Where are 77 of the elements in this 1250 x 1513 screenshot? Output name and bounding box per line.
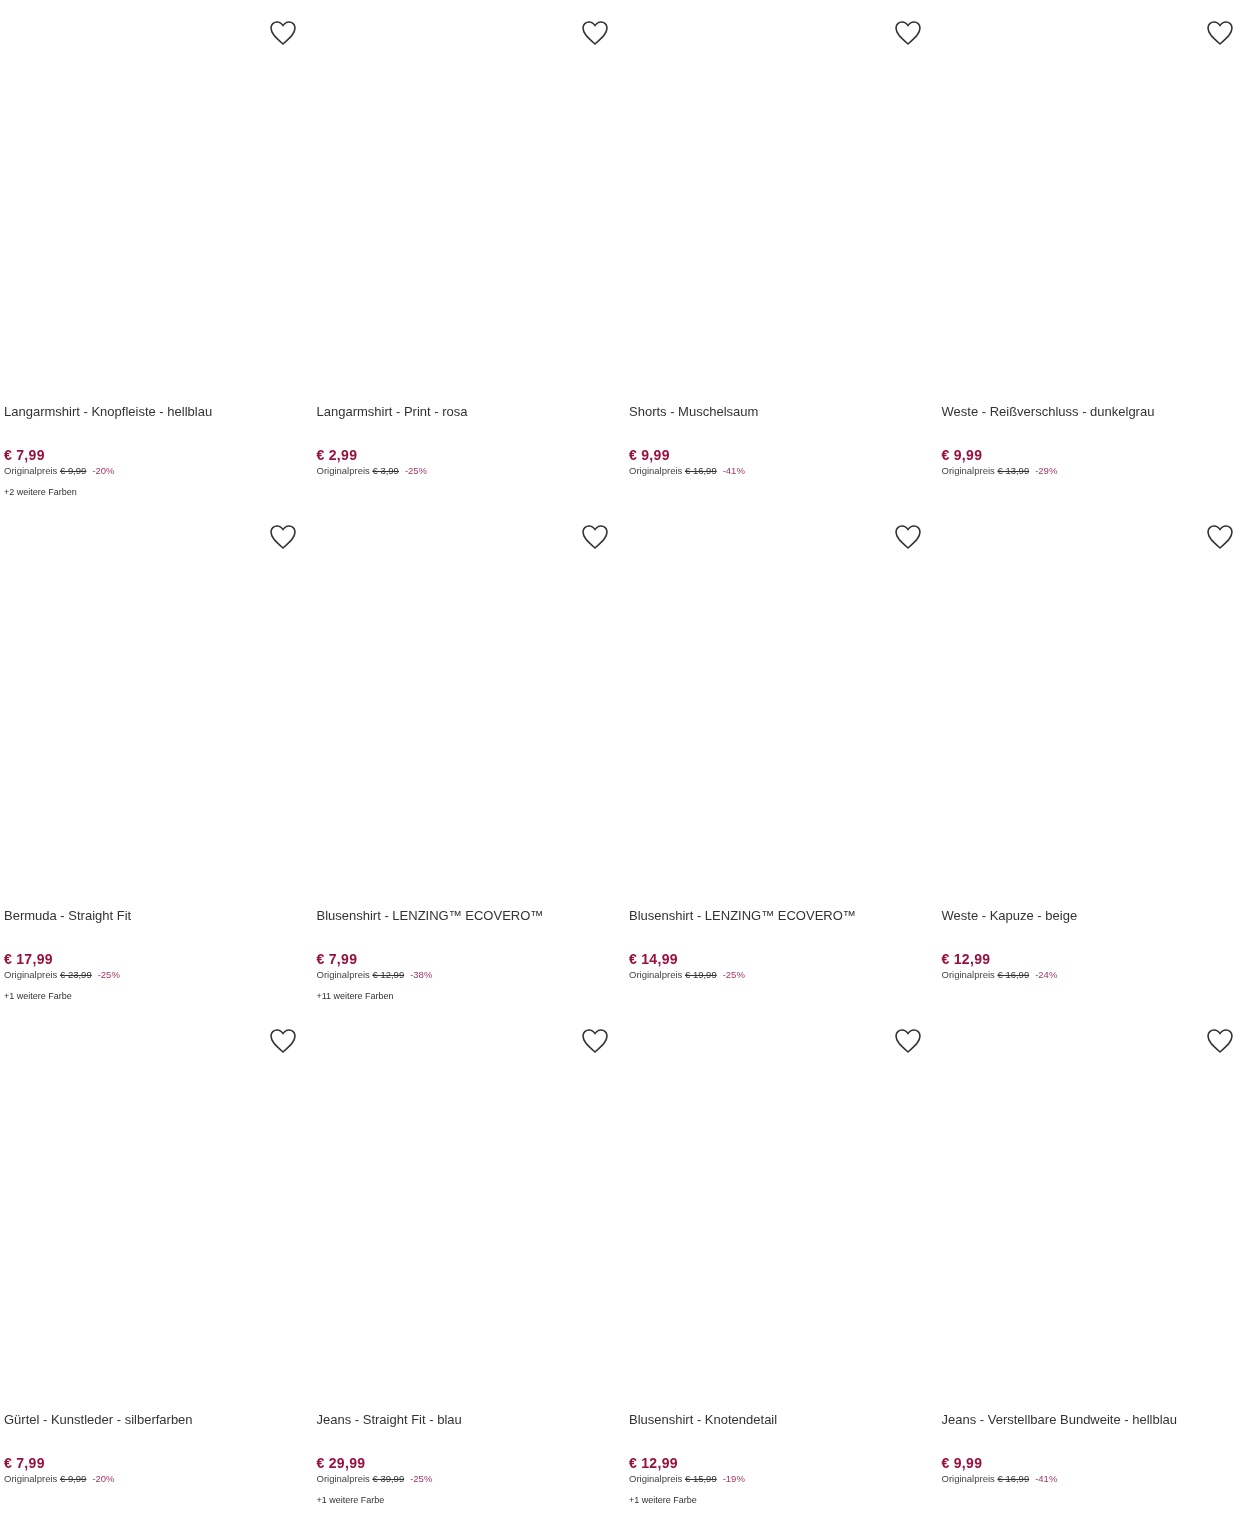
original-price: € 9,99 bbox=[59, 1473, 87, 1484]
wishlist-heart-icon[interactable] bbox=[1206, 524, 1234, 550]
wishlist-heart-icon[interactable] bbox=[1206, 20, 1234, 46]
wishlist-heart-icon[interactable] bbox=[581, 1028, 609, 1054]
product-name[interactable]: Jeans - Straight Fit - blau bbox=[316, 1411, 621, 1429]
discount-percent: -20% bbox=[92, 465, 115, 476]
product-name[interactable]: Weste - Reißverschluss - dunkelgrau bbox=[941, 403, 1246, 421]
wishlist-heart-icon[interactable] bbox=[893, 20, 922, 46]
original-price-label: Originalpreis bbox=[629, 969, 683, 980]
original-price: € 9,99 bbox=[59, 465, 87, 476]
discount-percent: -20% bbox=[92, 1473, 115, 1484]
sale-price: € 14,99 bbox=[629, 950, 679, 968]
original-price: € 16,99 bbox=[997, 1473, 1030, 1484]
product-name[interactable]: Gürtel - Kunstleder - silberfarben bbox=[4, 1411, 309, 1429]
original-price-label: Originalpreis bbox=[316, 1473, 370, 1484]
product-name[interactable]: Blusenshirt - Knotendetail bbox=[629, 1411, 934, 1429]
original-price-label: Originalpreis bbox=[629, 465, 683, 476]
product-name[interactable]: Blusenshirt - LENZING™ ECOVERO™ bbox=[316, 907, 621, 925]
sale-price: € 7,99 bbox=[4, 446, 46, 464]
product-name[interactable]: Bermuda - Straight Fit bbox=[4, 907, 309, 925]
sale-price: € 2,99 bbox=[316, 446, 359, 464]
original-price-label: Originalpreis bbox=[316, 465, 370, 476]
original-price-label: Originalpreis bbox=[941, 1473, 995, 1484]
wishlist-heart-icon[interactable] bbox=[893, 524, 922, 550]
sale-price: € 29,99 bbox=[316, 1454, 367, 1472]
original-price-label: Originalpreis bbox=[941, 465, 995, 476]
original-price-label: Originalpreis bbox=[4, 969, 58, 980]
original-price: € 19,99 bbox=[684, 969, 717, 980]
discount-percent: -41% bbox=[722, 465, 745, 476]
original-price: € 12,99 bbox=[372, 969, 405, 980]
sale-price: € 9,99 bbox=[941, 1454, 984, 1472]
wishlist-heart-icon[interactable] bbox=[268, 20, 297, 46]
original-price-label: Originalpreis bbox=[316, 969, 370, 980]
more-colors-text: +1 weitere Farbe bbox=[316, 1494, 386, 1506]
original-price: € 3,99 bbox=[372, 465, 399, 476]
wishlist-heart-icon[interactable] bbox=[581, 20, 609, 46]
more-colors-text: +11 weitere Farben bbox=[316, 990, 395, 1002]
wishlist-heart-icon[interactable] bbox=[268, 1028, 297, 1054]
product-name[interactable]: Jeans - Verstellbare Bundweite - hellblau bbox=[941, 1411, 1246, 1429]
original-price-label: Originalpreis bbox=[629, 1473, 683, 1484]
original-price-label: Originalpreis bbox=[4, 1473, 58, 1484]
original-price: € 16,99 bbox=[997, 969, 1030, 980]
original-price-label: Originalpreis bbox=[4, 465, 58, 476]
product-name[interactable]: Weste - Kapuze - beige bbox=[941, 907, 1246, 925]
discount-percent: -41% bbox=[1035, 1473, 1058, 1484]
sale-price: € 9,99 bbox=[941, 446, 984, 464]
more-colors-text: +1 weitere Farbe bbox=[629, 1494, 698, 1506]
product-name[interactable]: Shorts - Muschelsaum bbox=[629, 403, 934, 421]
sale-price: € 9,99 bbox=[629, 446, 671, 464]
original-price: € 16,99 bbox=[684, 465, 717, 476]
discount-percent: -19% bbox=[722, 1473, 745, 1484]
discount-percent: -29% bbox=[1035, 465, 1058, 476]
original-price: € 39,99 bbox=[372, 1473, 405, 1484]
discount-percent: -25% bbox=[404, 465, 428, 476]
product-name[interactable]: Langarmshirt - Knopfleiste - hellblau bbox=[4, 403, 309, 421]
original-price: € 13,99 bbox=[997, 465, 1030, 476]
wishlist-heart-icon[interactable] bbox=[893, 1028, 922, 1054]
sale-price: € 7,99 bbox=[4, 1454, 46, 1472]
more-colors-text: +2 weitere Farben bbox=[4, 486, 78, 498]
discount-percent: -25% bbox=[722, 969, 745, 980]
wishlist-heart-icon[interactable] bbox=[581, 524, 609, 550]
discount-percent: -25% bbox=[97, 969, 120, 980]
original-price: € 15,99 bbox=[684, 1473, 717, 1484]
sale-price: € 12,99 bbox=[941, 950, 992, 968]
wishlist-heart-icon[interactable] bbox=[1206, 1028, 1234, 1054]
more-colors-text: +1 weitere Farbe bbox=[4, 990, 73, 1002]
sale-price: € 7,99 bbox=[316, 950, 359, 968]
product-name[interactable]: Langarmshirt - Print - rosa bbox=[316, 403, 621, 421]
original-price: € 23,99 bbox=[59, 969, 92, 980]
sale-price: € 12,99 bbox=[629, 1454, 679, 1472]
product-name[interactable]: Blusenshirt - LENZING™ ECOVERO™ bbox=[629, 907, 934, 925]
original-price-label: Originalpreis bbox=[941, 969, 995, 980]
wishlist-heart-icon[interactable] bbox=[268, 524, 297, 550]
discount-percent: -25% bbox=[410, 1473, 433, 1484]
discount-percent: -24% bbox=[1035, 969, 1058, 980]
discount-percent: -38% bbox=[410, 969, 433, 980]
sale-price: € 17,99 bbox=[4, 950, 54, 968]
